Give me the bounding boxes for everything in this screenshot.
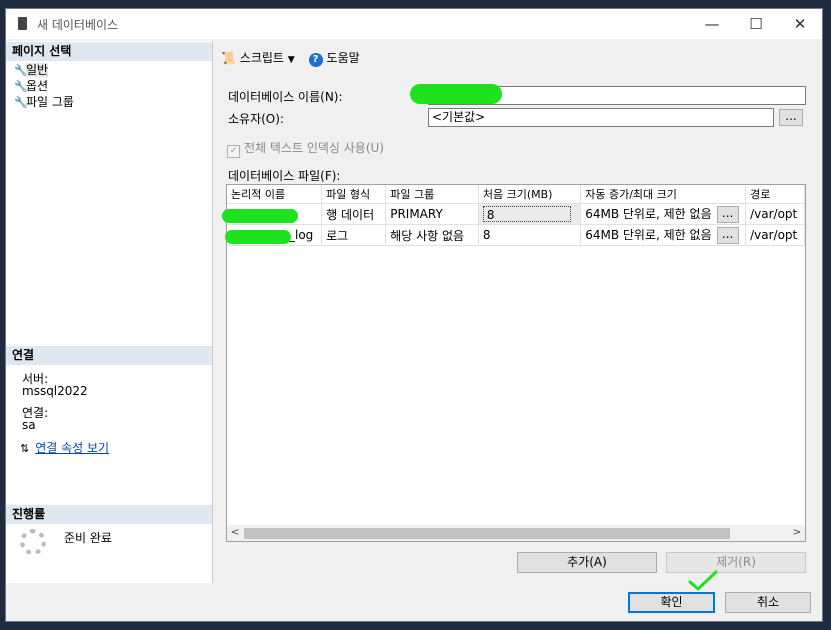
nav-item-label: 파일 그룹 (26, 95, 74, 109)
wrench-icon: 🔧 (14, 80, 28, 93)
growth-browse-button[interactable]: ... (716, 206, 739, 223)
checkbox-check-icon: ✓ (227, 145, 240, 158)
db-files-grid: 논리적 이름 파일 형식 파일 그룹 처음 크기(MB) 자동 증가/최대 크기… (226, 184, 806, 542)
wrench-icon: 🔧 (14, 64, 28, 77)
owner-browse-button[interactable]: ... (779, 109, 803, 126)
size-value[interactable]: 8 (482, 206, 571, 222)
ok-button[interactable]: 확인 (628, 592, 715, 613)
add-button[interactable]: 추가(A) (517, 552, 657, 573)
table-row[interactable]: _log 로그 해당 사항 없음 8 64MB 단위로, 제한 없음... /v… (227, 224, 805, 246)
cell-type: 행 데이터 (321, 203, 387, 225)
redacted-name (410, 84, 502, 104)
left-pane: 페이지 선택 🔧일반 🔧옵션 🔧파일 그룹 연결 서버: mssql2022 연… (6, 41, 213, 583)
script-button[interactable]: 📜 스크립트 ▼ (221, 49, 295, 66)
horizontal-scrollbar[interactable]: < > (227, 525, 805, 541)
redacted-logical-name (222, 209, 298, 223)
progress-spinner-icon (20, 529, 46, 555)
help-label: 도움말 (326, 51, 360, 65)
db-files-label: 데이터베이스 파일(F): (228, 169, 341, 183)
growth-value: 64MB 단위로, 제한 없음 (585, 228, 712, 242)
table-row[interactable]: 행 데이터 PRIMARY 8 64MB 단위로, 제한 없음... /var/… (227, 203, 805, 225)
connection-link-text[interactable]: 연결 속성 보기 (35, 441, 109, 455)
database-window-icon (18, 17, 27, 30)
growth-browse-button[interactable]: ... (716, 227, 739, 244)
cell-size[interactable]: 8 (478, 203, 582, 225)
nav-item-options[interactable]: 🔧옵션 (14, 78, 48, 94)
cell-path[interactable]: /var/opt (745, 203, 805, 225)
col-file-type[interactable]: 파일 형식 (321, 185, 387, 204)
cell-type: 로그 (321, 224, 387, 246)
help-button[interactable]: ? 도움말 (308, 49, 360, 67)
col-filegroup[interactable]: 파일 그룹 (385, 185, 479, 204)
pages-header: 페이지 선택 (6, 42, 212, 61)
col-logical-name[interactable]: 논리적 이름 (227, 185, 323, 204)
server-value: mssql2022 (22, 384, 88, 398)
title-bar: 새 데이터베이스 — ☐ ✕ (6, 9, 822, 39)
script-label: 스크립트 (239, 51, 284, 65)
nav-item-filegroups[interactable]: 🔧파일 그룹 (14, 94, 74, 110)
owner-input[interactable]: <기본값> (428, 108, 774, 127)
checkmark-icon (688, 570, 718, 591)
progress-status: 준비 완료 (64, 531, 112, 545)
minimize-button[interactable]: — (690, 9, 734, 39)
connection-icon: ⇅ (20, 442, 30, 455)
scroll-right-icon[interactable]: > (789, 525, 805, 541)
close-button[interactable]: ✕ (778, 9, 822, 39)
conn-value: sa (22, 418, 36, 432)
remove-button[interactable]: 제거(R) (666, 552, 806, 573)
cell-size[interactable]: 8 (478, 224, 582, 246)
help-icon: ? (308, 53, 323, 67)
cell-growth: 64MB 단위로, 제한 없음... (580, 203, 747, 225)
cell-path[interactable]: /var/opt (745, 224, 805, 246)
window-title: 새 데이터베이스 (37, 18, 119, 32)
cell-growth: 64MB 단위로, 제한 없음... (580, 224, 747, 246)
col-autogrowth[interactable]: 자동 증가/최대 크기 (580, 185, 747, 204)
nav-item-label: 옵션 (26, 79, 49, 93)
scroll-left-icon[interactable]: < (227, 525, 243, 541)
col-initial-size[interactable]: 처음 크기(MB) (478, 185, 582, 204)
chevron-down-icon: ▼ (287, 55, 295, 65)
connection-header: 연결 (6, 346, 212, 365)
scroll-thumb[interactable] (244, 528, 730, 539)
fulltext-label: 전체 텍스트 인덱싱 사용(U) (244, 141, 384, 155)
fulltext-checkbox[interactable]: ✓ 전체 텍스트 인덱싱 사용(U) (227, 139, 384, 158)
cell-group[interactable]: 해당 사항 없음 (385, 224, 479, 246)
progress-header: 진행률 (6, 505, 212, 524)
grid-header-row: 논리적 이름 파일 형식 파일 그룹 처음 크기(MB) 자동 증가/최대 크기… (227, 185, 805, 204)
script-icon: 📜 (221, 51, 236, 65)
owner-label: 소유자(O): (228, 112, 284, 126)
toolbar: 📜 스크립트 ▼ ? 도움말 (221, 49, 370, 67)
maximize-button[interactable]: ☐ (734, 9, 778, 39)
connection-properties-link[interactable]: ⇅ 연결 속성 보기 (20, 439, 109, 456)
db-name-label: 데이터베이스 이름(N): (228, 90, 343, 104)
redacted-logical-name (225, 230, 291, 244)
wrench-icon: 🔧 (14, 96, 28, 109)
nav-item-label: 일반 (26, 63, 49, 77)
col-path[interactable]: 경로 (745, 185, 805, 204)
growth-value: 64MB 단위로, 제한 없음 (585, 207, 712, 221)
size-value[interactable]: 8 (483, 228, 491, 242)
nav-item-general[interactable]: 🔧일반 (14, 62, 49, 78)
cancel-button[interactable]: 취소 (725, 592, 811, 613)
cell-group[interactable]: PRIMARY (385, 203, 479, 225)
